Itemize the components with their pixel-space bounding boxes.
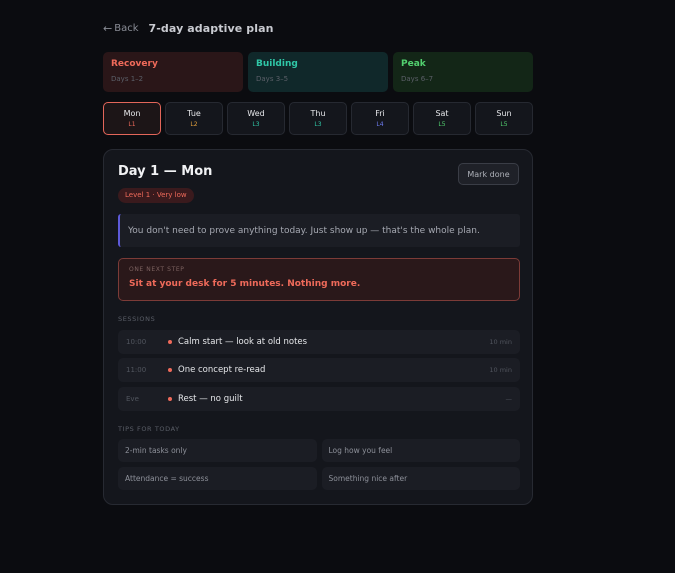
tip-item: Attendance = success — [118, 467, 317, 490]
day-tab-sat[interactable]: Sat L5 — [413, 102, 471, 135]
day-tab-sun[interactable]: Sun L5 — [475, 102, 533, 135]
session-duration: 10 min — [489, 338, 512, 346]
session-name: Calm start — look at old notes — [178, 337, 308, 347]
tips-grid: 2-min tasks only Log how you feel Attend… — [118, 439, 520, 490]
header: ← Back 7-day adaptive plan — [103, 22, 274, 35]
phase-days: Days 6–7 — [401, 75, 434, 83]
session-duration: — — [505, 395, 513, 403]
day-tab-mon[interactable]: Mon L1 — [103, 102, 161, 135]
session-name: Rest — no guilt — [178, 394, 243, 404]
day-level: L1 — [128, 121, 136, 128]
next-step-box: ONE NEXT STEP Sit at your desk for 5 min… — [118, 258, 520, 301]
day-tab-thu[interactable]: Thu L3 — [289, 102, 347, 135]
session-name: One concept re-read — [178, 365, 266, 375]
tip-item: Log how you feel — [321, 439, 520, 462]
day-detail-card: Day 1 — Mon Mark done Level 1 · Very low… — [103, 149, 533, 505]
next-step-text: Sit at your desk for 5 minutes. Nothing … — [129, 279, 361, 289]
day-tabs: Mon L1 Tue L2 Wed L3 Thu L3 Fri L4 Sat L… — [103, 102, 533, 135]
session-row[interactable]: Eve Rest — no guilt — — [118, 387, 520, 411]
session-time: 11:00 — [126, 366, 147, 374]
arrow-left-icon: ← — [103, 22, 113, 35]
day-name: Thu — [310, 109, 326, 118]
day-tab-tue[interactable]: Tue L2 — [165, 102, 223, 135]
back-label: Back — [114, 23, 139, 34]
back-button[interactable]: ← Back — [103, 22, 139, 35]
session-row[interactable]: 10:00 Calm start — look at old notes 10 … — [118, 330, 520, 354]
session-dot-icon — [168, 397, 172, 401]
phase-card-recovery: Recovery Days 1–2 — [103, 52, 243, 92]
day-name: Fri — [375, 109, 385, 118]
tip-item: Something nice after — [321, 467, 520, 490]
next-step-label: ONE NEXT STEP — [129, 266, 185, 273]
day-level: L2 — [190, 121, 198, 128]
phase-days: Days 1–2 — [111, 75, 144, 83]
session-duration: 10 min — [489, 366, 512, 374]
session-row[interactable]: 11:00 One concept re-read 10 min — [118, 358, 520, 382]
day-title: Day 1 — Mon — [118, 164, 213, 179]
day-level: L5 — [500, 121, 508, 128]
phase-days: Days 3–5 — [256, 75, 289, 83]
session-dot-icon — [168, 340, 172, 344]
day-name: Wed — [247, 109, 265, 118]
sessions-label: SESSIONS — [118, 315, 156, 323]
day-name: Tue — [187, 109, 201, 118]
page-title: 7-day adaptive plan — [148, 22, 274, 35]
session-time: 10:00 — [126, 338, 147, 346]
day-tab-wed[interactable]: Wed L3 — [227, 102, 285, 135]
tips-label: TIPS FOR TODAY — [118, 425, 180, 433]
quote-text: You don't need to prove anything today. … — [128, 225, 480, 236]
day-tab-fri[interactable]: Fri L4 — [351, 102, 409, 135]
mark-done-button[interactable]: Mark done — [458, 163, 519, 185]
tip-item: 2-min tasks only — [118, 439, 317, 462]
phase-row: Recovery Days 1–2 Building Days 3–5 Peak… — [103, 52, 533, 92]
day-name: Sun — [496, 109, 512, 118]
session-dot-icon — [168, 368, 172, 372]
phase-card-building: Building Days 3–5 — [248, 52, 388, 92]
motivation-quote: You don't need to prove anything today. … — [118, 214, 520, 247]
phase-name: Building — [256, 59, 298, 69]
session-time: Eve — [126, 395, 139, 403]
day-level: L3 — [314, 121, 322, 128]
day-level: L5 — [438, 121, 446, 128]
day-name: Sat — [435, 109, 449, 118]
level-badge: Level 1 · Very low — [118, 188, 194, 203]
phase-name: Peak — [401, 59, 426, 69]
day-level: L4 — [376, 121, 384, 128]
day-name: Mon — [123, 109, 141, 118]
phase-card-peak: Peak Days 6–7 — [393, 52, 533, 92]
day-level: L3 — [252, 121, 260, 128]
phase-name: Recovery — [111, 59, 158, 69]
